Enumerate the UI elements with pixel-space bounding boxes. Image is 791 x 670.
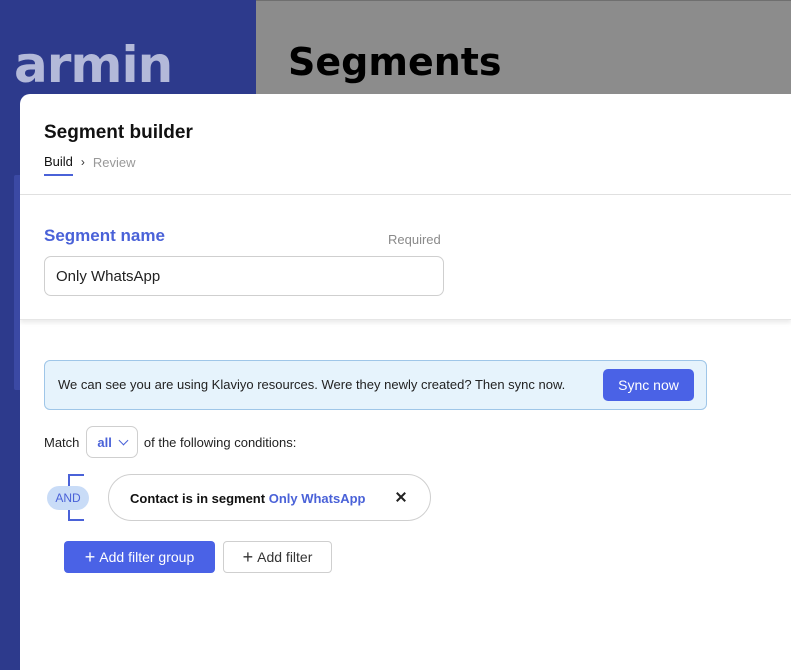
plus-icon: + (84, 547, 96, 567)
and-operator-badge[interactable]: AND (47, 486, 89, 510)
banner-message: We can see you are using Klaviyo resourc… (58, 377, 566, 392)
match-row: Match all of the following conditions: (44, 426, 296, 458)
modal-header: Segment builder Build › Review (20, 94, 791, 195)
add-filter-group-button[interactable]: + Add filter group (64, 541, 215, 573)
match-suffix: of the following conditions: (143, 434, 297, 450)
segment-builder-modal: Segment builder Build › Review Segment n… (20, 94, 791, 670)
breadcrumb-review-step[interactable]: Review (93, 155, 136, 176)
match-type-select[interactable]: all (86, 426, 138, 458)
required-indicator: Required (388, 232, 441, 247)
app-logo: armin (14, 36, 173, 94)
page-title: Segments (288, 40, 502, 84)
segment-name-section: Segment name Required (20, 195, 791, 320)
condition-chip[interactable]: Contact is in segment Only WhatsApp (108, 474, 431, 521)
chevron-right-icon: › (80, 155, 85, 169)
close-icon[interactable] (392, 488, 410, 506)
sync-now-button[interactable]: Sync now (603, 369, 694, 401)
match-prefix: Match (44, 434, 80, 450)
breadcrumb-build-step[interactable]: Build (44, 154, 73, 176)
add-filter-button[interactable]: + Add filter (223, 541, 332, 573)
condition-value: Only WhatsApp (268, 491, 366, 506)
modal-title: Segment builder (44, 122, 193, 143)
plus-icon: + (242, 547, 254, 567)
add-filter-group-label: Add filter group (99, 549, 195, 565)
segment-name-label: Segment name (44, 226, 165, 245)
breadcrumb: Build › Review (44, 154, 136, 176)
match-type-value: all (97, 434, 112, 450)
add-filter-label: Add filter (257, 549, 313, 565)
klaviyo-sync-banner: We can see you are using Klaviyo resourc… (44, 360, 707, 410)
chevron-down-icon (118, 435, 129, 445)
segment-name-input[interactable] (44, 256, 444, 296)
condition-text: Contact is in segment Only WhatsApp (130, 491, 365, 506)
condition-label: Contact is in segment (130, 491, 266, 506)
